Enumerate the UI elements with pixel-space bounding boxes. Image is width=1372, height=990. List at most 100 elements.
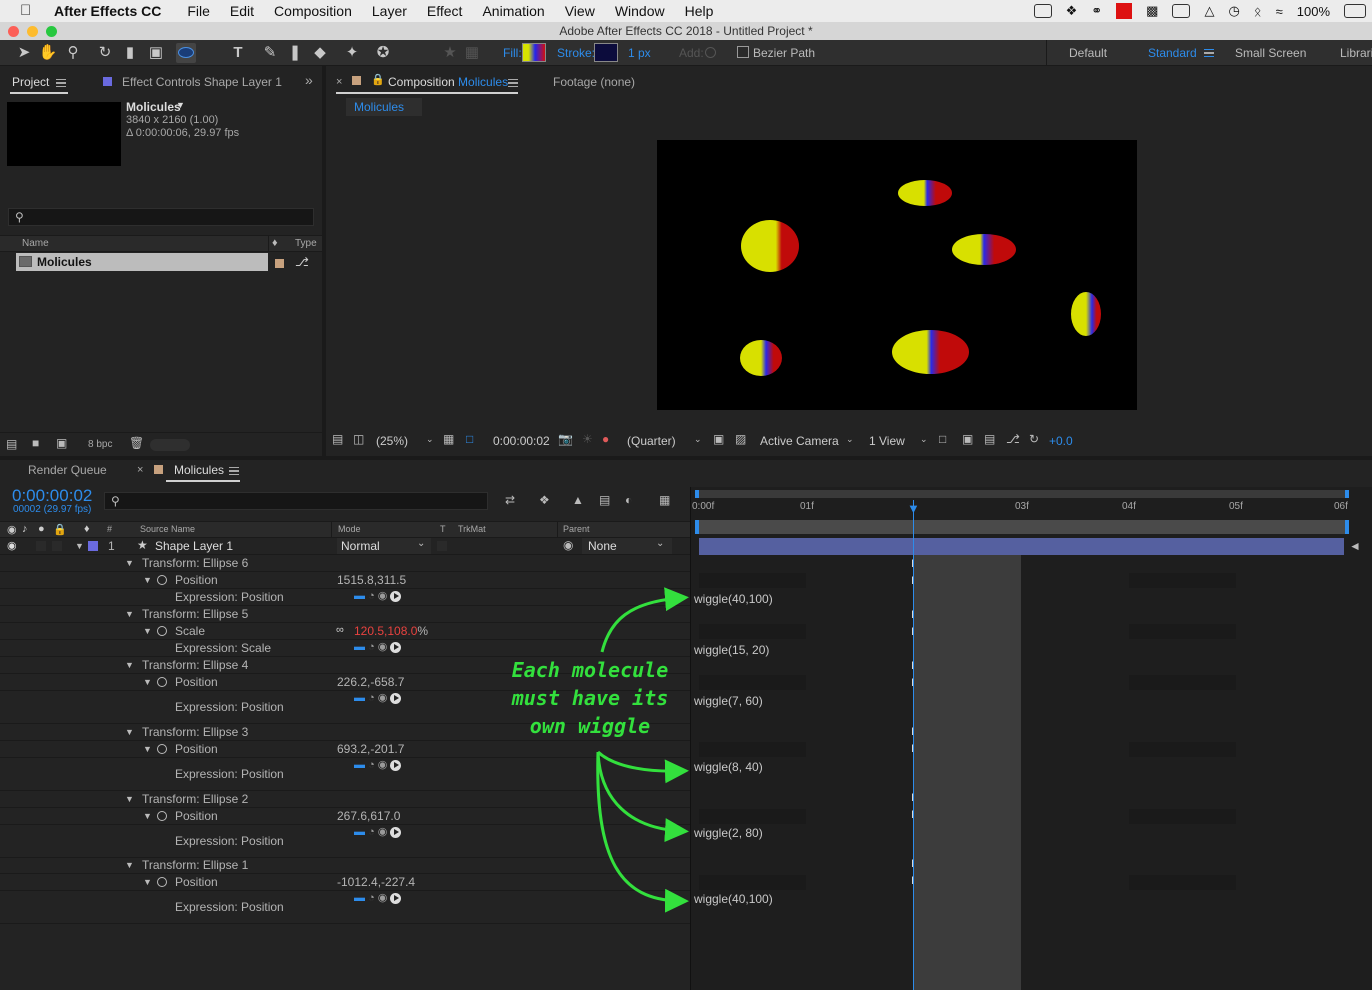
workspace-small-screen[interactable]: Small Screen: [1235, 46, 1306, 60]
tab-project[interactable]: Project: [12, 75, 49, 89]
panel-overflow-icon[interactable]: »: [305, 72, 313, 88]
comp-dropdown-icon[interactable]: ▼: [176, 100, 185, 110]
roto-brush-tool-icon[interactable]: ✦: [342, 43, 362, 63]
project-item-row[interactable]: Molicules: [16, 253, 268, 271]
stroke-color-swatch[interactable]: [594, 43, 618, 62]
molecule-ellipse[interactable]: [952, 234, 1016, 265]
workspace-standard[interactable]: Standard: [1148, 46, 1197, 60]
workspace-default[interactable]: Default: [1069, 46, 1107, 60]
comp-viewer[interactable]: [657, 140, 1137, 410]
tab-footage[interactable]: Footage (none): [553, 75, 635, 89]
display-icon[interactable]: [1172, 4, 1191, 18]
comp-name[interactable]: Molicules: [126, 100, 181, 114]
new-comp-icon[interactable]: ▣: [56, 436, 67, 450]
zoom-window-button[interactable]: [46, 26, 57, 37]
tab-effect-controls[interactable]: Effect Controls Shape Layer 1: [122, 75, 282, 89]
fill-color-swatch[interactable]: [522, 43, 546, 62]
workspace-menu-icon[interactable]: [1204, 49, 1214, 57]
dropbox-icon[interactable]: ❖: [1066, 3, 1078, 19]
resolution-chevron-down-icon[interactable]: ⌄: [694, 434, 702, 445]
wifi-icon[interactable]: ≈: [1276, 4, 1283, 19]
menu-effect[interactable]: Effect: [427, 3, 463, 19]
region-of-interest-icon[interactable]: ▣: [713, 432, 724, 446]
molecule-ellipse[interactable]: [898, 180, 952, 206]
fast-previews-icon[interactable]: ▣: [962, 432, 973, 446]
timeline-icon[interactable]: ▤: [984, 432, 995, 446]
clone-stamp-tool-icon[interactable]: ❚: [285, 43, 305, 63]
composition-menu-icon[interactable]: [508, 79, 518, 87]
pan-behind-tool-icon[interactable]: ▣: [146, 43, 166, 63]
workspace-libraries[interactable]: Librari: [1340, 46, 1372, 60]
menu-composition[interactable]: Composition: [274, 3, 352, 19]
item-label-color[interactable]: [275, 259, 284, 268]
molecule-ellipse[interactable]: [740, 340, 782, 376]
airplay-icon[interactable]: △: [1204, 3, 1214, 19]
selection-tool-icon[interactable]: ➤: [14, 43, 34, 63]
app-menu[interactable]: After Effects CC: [54, 3, 161, 19]
color-channels-icon[interactable]: ●: [602, 432, 609, 446]
close-window-button[interactable]: [8, 26, 19, 37]
tray-icon-1[interactable]: [1033, 4, 1052, 18]
battery-icon[interactable]: [1344, 4, 1366, 18]
thumbnail-slider[interactable]: [150, 439, 190, 451]
lock-icon[interactable]: 🔒: [371, 73, 385, 86]
fill-label[interactable]: Fill:: [503, 46, 522, 60]
project-search-input[interactable]: ⚲: [8, 208, 314, 226]
camera-chevron-down-icon[interactable]: ⌄: [846, 434, 854, 445]
menu-edit[interactable]: Edit: [230, 3, 254, 19]
menu-animation[interactable]: Animation: [482, 3, 544, 19]
apple-icon[interactable]: : [20, 3, 40, 19]
flowchart-icon[interactable]: ⎇: [1006, 432, 1020, 446]
rotate-tool-icon[interactable]: ↻: [95, 43, 115, 63]
creative-cloud-icon[interactable]: ⚭: [1091, 3, 1102, 19]
label-tag-icon[interactable]: ♦: [272, 237, 278, 249]
safe-zones-icon[interactable]: ▦: [443, 432, 454, 446]
reset-exposure-icon[interactable]: ↻: [1029, 432, 1039, 446]
menu-file[interactable]: File: [187, 3, 210, 19]
col-type[interactable]: Type: [295, 238, 317, 249]
comp-flow-subtab[interactable]: Molicules: [346, 98, 422, 116]
zoom-dropdown[interactable]: (25%): [376, 434, 408, 448]
toggle-pixel-aspect-icon[interactable]: □: [939, 432, 946, 446]
puppet-pin-tool-icon[interactable]: ✪: [373, 43, 393, 63]
views-dropdown[interactable]: 1 View: [869, 434, 905, 448]
close-tab-icon[interactable]: ×: [336, 76, 342, 88]
menu-view[interactable]: View: [565, 3, 595, 19]
menu-layer[interactable]: Layer: [372, 3, 407, 19]
always-preview-icon[interactable]: ▤: [332, 432, 343, 446]
exposure-value[interactable]: +0.0: [1049, 434, 1073, 448]
current-time[interactable]: 0:00:00:02: [493, 434, 550, 448]
hand-tool-icon[interactable]: ✋: [38, 43, 58, 63]
snapshot-icon[interactable]: 📷: [558, 432, 573, 446]
zoom-tool-icon[interactable]: ⚲: [63, 43, 83, 63]
stroke-width[interactable]: 1 px: [628, 46, 651, 60]
project-menu-icon[interactable]: [56, 79, 66, 87]
molecule-ellipse[interactable]: [892, 330, 969, 374]
mask-visibility-icon[interactable]: □: [466, 432, 473, 446]
adobe-icon[interactable]: [1116, 3, 1133, 19]
menu-window[interactable]: Window: [615, 3, 665, 19]
stroke-label[interactable]: Stroke:: [557, 46, 595, 60]
trash-icon[interactable]: 🗑: [129, 436, 144, 450]
tab-composition[interactable]: Composition Molicules: [388, 75, 508, 89]
bit-depth-button[interactable]: 8 bpc: [88, 439, 112, 450]
camera-dropdown[interactable]: Active Camera: [760, 434, 839, 448]
new-folder-icon[interactable]: ■: [32, 436, 39, 450]
interpret-footage-icon[interactable]: ▤: [6, 437, 17, 451]
views-chevron-down-icon[interactable]: ⌄: [920, 434, 928, 445]
bezier-path-checkbox[interactable]: [737, 46, 749, 58]
molecule-ellipse[interactable]: [1071, 292, 1101, 336]
eraser-tool-icon[interactable]: ◆: [310, 43, 330, 63]
transparency-grid-icon[interactable]: ▨: [735, 432, 746, 446]
type-tool-icon[interactable]: T: [228, 43, 248, 63]
col-name[interactable]: Name: [22, 238, 49, 249]
zoom-chevron-down-icon[interactable]: ⌄: [426, 434, 434, 445]
camera-tool-icon[interactable]: ▮: [120, 43, 140, 63]
bluetooth-icon[interactable]: ᛟ: [1254, 4, 1262, 19]
time-machine-icon[interactable]: ◷: [1228, 3, 1239, 19]
battery-monitor-icon[interactable]: ▩: [1146, 3, 1158, 19]
show-snapshot-icon[interactable]: ☀: [582, 432, 593, 446]
brush-tool-icon[interactable]: ✎: [260, 43, 280, 63]
monitor-icon[interactable]: ◫: [353, 432, 364, 446]
molecule-ellipse[interactable]: [741, 220, 799, 272]
